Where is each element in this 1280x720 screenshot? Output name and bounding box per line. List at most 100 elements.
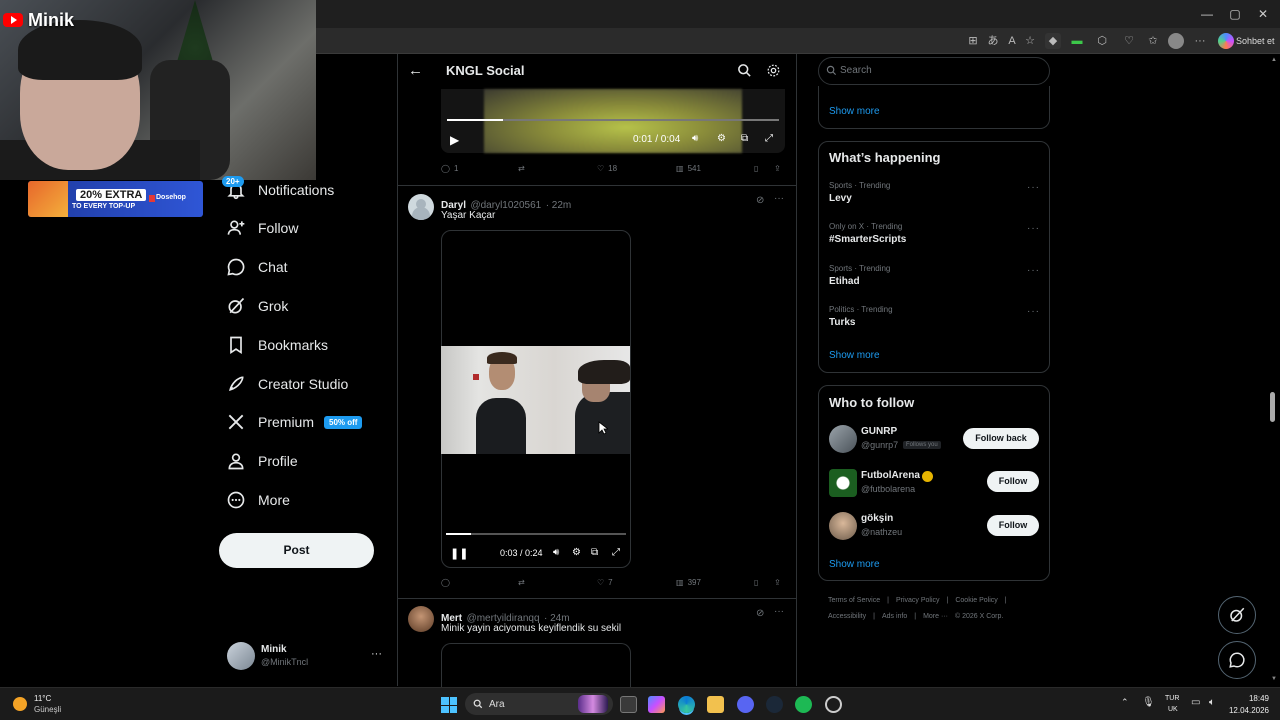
clock-date[interactable]: 12.04.2026 [1227,706,1269,715]
ads-info-link[interactable]: Ads info [882,613,907,620]
follow-button[interactable]: Follow [987,515,1039,536]
gear-icon[interactable] [766,63,781,78]
cookie-link[interactable]: Cookie Policy [955,597,997,604]
nav-follow[interactable]: Follow [226,216,298,240]
settings-icon[interactable]: ⚙ [572,547,581,558]
avatar[interactable] [829,512,857,540]
post-more-icon[interactable]: ··· [774,193,784,204]
scroll-up-icon[interactable]: ▲ [1271,57,1277,63]
app-icon[interactable] [825,696,842,713]
weather-temp[interactable]: 11°C [34,694,51,703]
user-name[interactable]: GUNRP [861,426,897,437]
nav-more[interactable]: More [226,488,290,512]
repost-button[interactable]: ⇄ [518,578,525,587]
minimize-icon[interactable]: — [1198,6,1216,22]
play-icon[interactable]: ▶ [450,133,459,147]
avatar[interactable] [227,642,255,670]
show-more-link[interactable]: Show more [829,559,880,570]
privacy-link[interactable]: Privacy Policy [896,597,940,604]
account-handle[interactable]: @MinikTncl [261,657,308,667]
scrollbar-thumb[interactable] [1270,392,1275,422]
grok-post-icon[interactable]: ⊘ [756,608,764,619]
spotify-icon[interactable] [795,696,812,713]
profile-icon[interactable] [1168,33,1184,49]
microphone-icon[interactable]: 🎙︎ [1142,697,1155,708]
nav-profile[interactable]: Profile [226,449,298,473]
tray-expand-icon[interactable]: ⌃ [1121,697,1129,708]
show-more-link[interactable]: Show more [829,350,880,361]
user-name[interactable]: gökşin [861,513,893,524]
copilot-app-icon[interactable] [648,696,665,713]
heartbeat-icon[interactable]: ♡ [1121,33,1137,49]
follow-button[interactable]: Follow [987,471,1039,492]
battery-extension-icon[interactable]: ▬ [1069,33,1085,49]
share-button[interactable]: ⇪ [774,578,781,587]
nav-grok[interactable]: Grok [226,294,288,318]
post-more-icon[interactable]: ··· [774,606,784,617]
views-button[interactable]: ▥ 397 [676,578,701,587]
language-code[interactable]: TUR [1165,695,1179,702]
weather-desc[interactable]: Güneşli [34,705,61,714]
views-button[interactable]: ▥ 541 [676,164,701,173]
nav-premium[interactable]: Premium 50% off [226,410,363,434]
trend-item[interactable]: Politics · Trending Turks [829,305,1039,328]
browser-menu-icon[interactable]: ··· [1192,33,1208,49]
windows-start-icon[interactable] [441,697,457,713]
network-icon[interactable]: ▭ [1191,697,1200,708]
steam-icon[interactable] [766,696,783,713]
fullscreen-icon[interactable]: ⤢ [612,547,620,558]
volume-icon[interactable]: 🔊︎ [553,547,559,558]
discord-icon[interactable] [737,696,754,713]
sun-icon[interactable] [13,697,27,711]
grok-post-icon[interactable]: ⊘ [756,195,764,206]
follow-back-button[interactable]: Follow back [963,428,1039,449]
account-more-icon[interactable]: ··· [371,648,382,660]
trend-item[interactable]: Only on X · Trending #SmarterScripts [829,222,1039,245]
task-view-icon[interactable] [620,696,637,713]
like-button[interactable]: ♡ 18 [597,164,617,173]
scroll-down-icon[interactable]: ▼ [1271,676,1277,682]
reply-button[interactable]: ◯ [441,578,450,587]
file-explorer-icon[interactable] [707,696,724,713]
favorite-star-icon[interactable]: ☆ [1022,33,1038,49]
show-more-link[interactable]: Show more [829,106,880,117]
volume-icon[interactable]: 🔊︎ [692,133,698,144]
edge-browser-icon[interactable] [678,696,695,713]
reply-button[interactable]: ◯ 1 [441,164,458,173]
fullscreen-icon[interactable]: ⤢ [765,133,773,144]
extensions-puzzle-icon[interactable]: ⬡ [1094,33,1110,49]
close-icon[interactable]: ✕ [1254,6,1272,22]
avatar[interactable] [829,425,857,453]
trend-more-icon[interactable]: ··· [1027,182,1040,193]
accessibility-link[interactable]: Accessibility [828,613,866,620]
pip-icon[interactable]: ⧉ [741,133,748,144]
read-aloud-icon[interactable]: A [1004,33,1020,49]
footer-more-link[interactable]: More ··· [923,613,948,620]
trend-item[interactable]: Sports · Trending Etihad [829,264,1039,287]
avatar[interactable] [408,194,434,220]
trend-item[interactable]: Sports · Trending Levy [829,181,1039,204]
post-button[interactable]: Post [219,533,374,568]
avatar[interactable] [408,606,434,632]
user-handle[interactable]: @gunrp7 [861,440,898,450]
user-name[interactable]: FutbolArena [861,470,920,481]
extension-icon[interactable]: ◆ [1045,33,1061,49]
apps-icon[interactable]: ⊞ [965,33,981,49]
clock-time[interactable]: 18:49 [1227,694,1269,703]
pip-icon[interactable]: ⧉ [591,547,598,558]
volume-icon[interactable]: 🔈︎ [1209,697,1215,708]
video-progress-track[interactable] [446,533,626,535]
like-button[interactable]: ♡ 7 [597,578,613,587]
bookmark-button[interactable]: ▯ [754,164,758,173]
bookmark-button[interactable]: ▯ [754,578,758,587]
terms-link[interactable]: Terms of Service [828,597,880,604]
pause-icon[interactable]: ❚❚ [450,547,468,560]
back-arrow-icon[interactable]: ← [408,62,423,79]
maximize-icon[interactable]: ▢ [1226,6,1244,22]
trend-more-icon[interactable]: ··· [1027,265,1040,276]
repost-button[interactable]: ⇄ [518,164,525,173]
user-handle[interactable]: @nathzeu [861,527,902,537]
avatar[interactable] [829,469,857,497]
media-preview[interactable] [441,643,631,693]
messages-fab[interactable] [1218,641,1256,679]
